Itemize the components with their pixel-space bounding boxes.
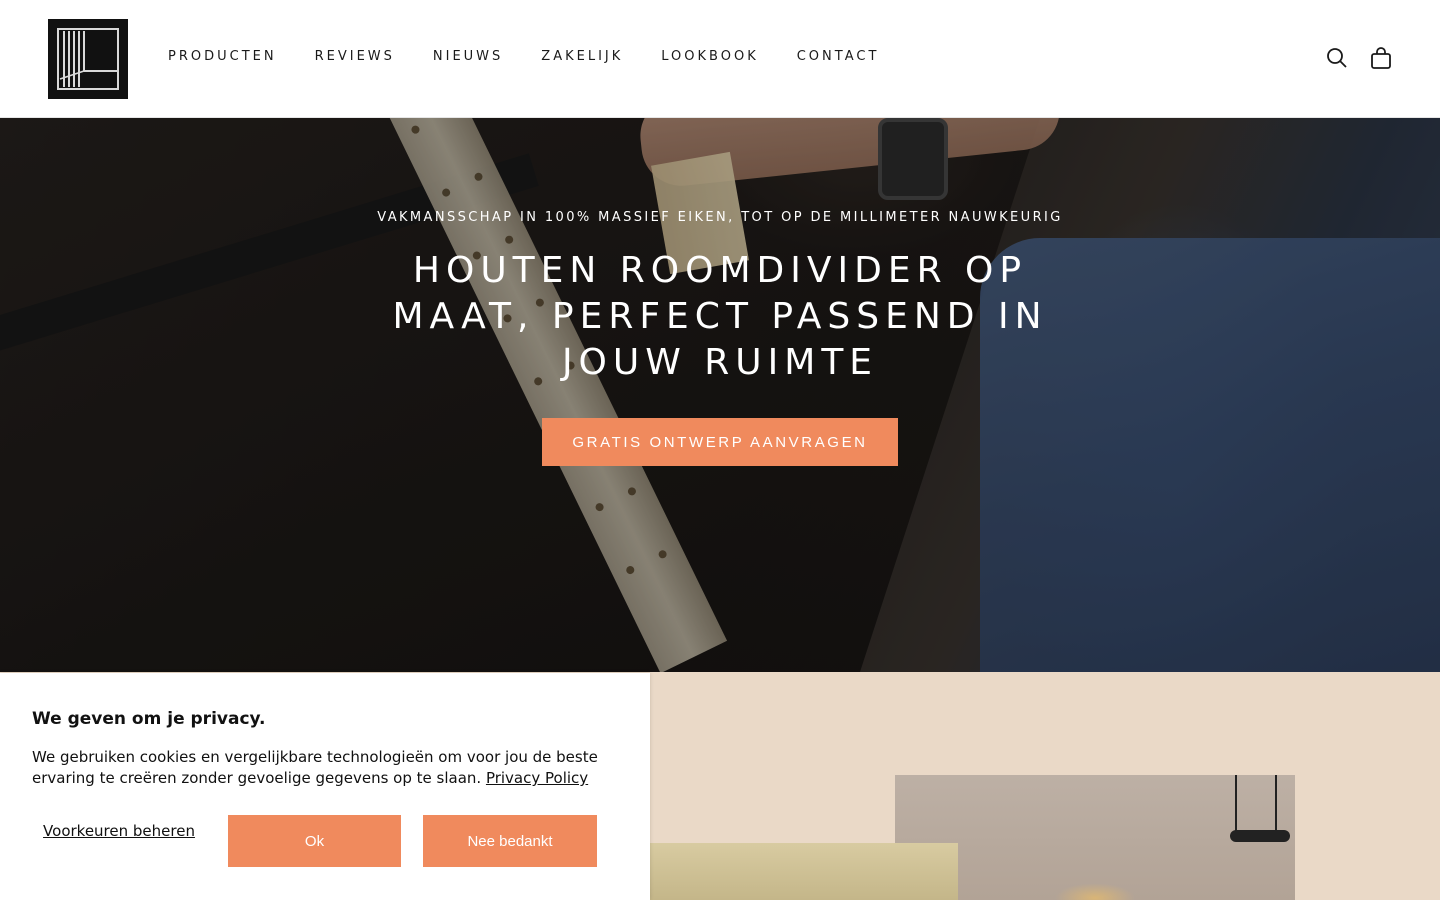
hero-banner: VAKMANSSCHAP IN 100% MASSIEF EIKEN, TOT … <box>0 118 1440 672</box>
search-icon[interactable] <box>1326 46 1348 70</box>
privacy-policy-link[interactable]: Privacy Policy <box>486 769 588 787</box>
nav-item-producten[interactable]: PRODUCTEN <box>168 49 277 64</box>
nav-item-lookbook[interactable]: LOOKBOOK <box>661 49 758 64</box>
brand-logo-icon[interactable] <box>48 19 128 99</box>
cookie-banner-title: We geven om je privacy. <box>32 709 266 729</box>
hero-kicker: VAKMANSSCHAP IN 100% MASSIEF EIKEN, TOT … <box>377 210 1063 225</box>
cookie-banner-text: We gebruiken cookies en vergelijkbare te… <box>32 747 622 789</box>
hero-content: VAKMANSSCHAP IN 100% MASSIEF EIKEN, TOT … <box>0 118 1440 672</box>
shopping-bag-icon[interactable] <box>1370 46 1392 70</box>
cookie-banner: We geven om je privacy. We gebruiken coo… <box>0 673 650 900</box>
nav-item-reviews[interactable]: REVIEWS <box>315 49 395 64</box>
decline-cookies-button[interactable]: Nee bedankt <box>423 815 597 867</box>
hero-title: HOUTEN ROOMDIVIDER OP MAAT, PERFECT PASS… <box>392 250 1048 383</box>
interior-photo-2 <box>650 843 958 900</box>
nav-item-zakelijk[interactable]: ZAKELIJK <box>541 49 623 64</box>
main-nav: PRODUCTEN REVIEWS NIEUWS ZAKELIJK LOOKBO… <box>168 49 917 64</box>
accept-cookies-button[interactable]: Ok <box>228 815 401 867</box>
nav-item-contact[interactable]: CONTACT <box>797 49 880 64</box>
request-design-button[interactable]: GRATIS ONTWERP AANVRAGEN <box>542 418 898 466</box>
header-actions <box>1326 46 1392 70</box>
site-header: PRODUCTEN REVIEWS NIEUWS ZAKELIJK LOOKBO… <box>0 0 1440 118</box>
manage-preferences-link[interactable]: Voorkeuren beheren <box>32 822 206 841</box>
nav-item-nieuws[interactable]: NIEUWS <box>433 49 503 64</box>
